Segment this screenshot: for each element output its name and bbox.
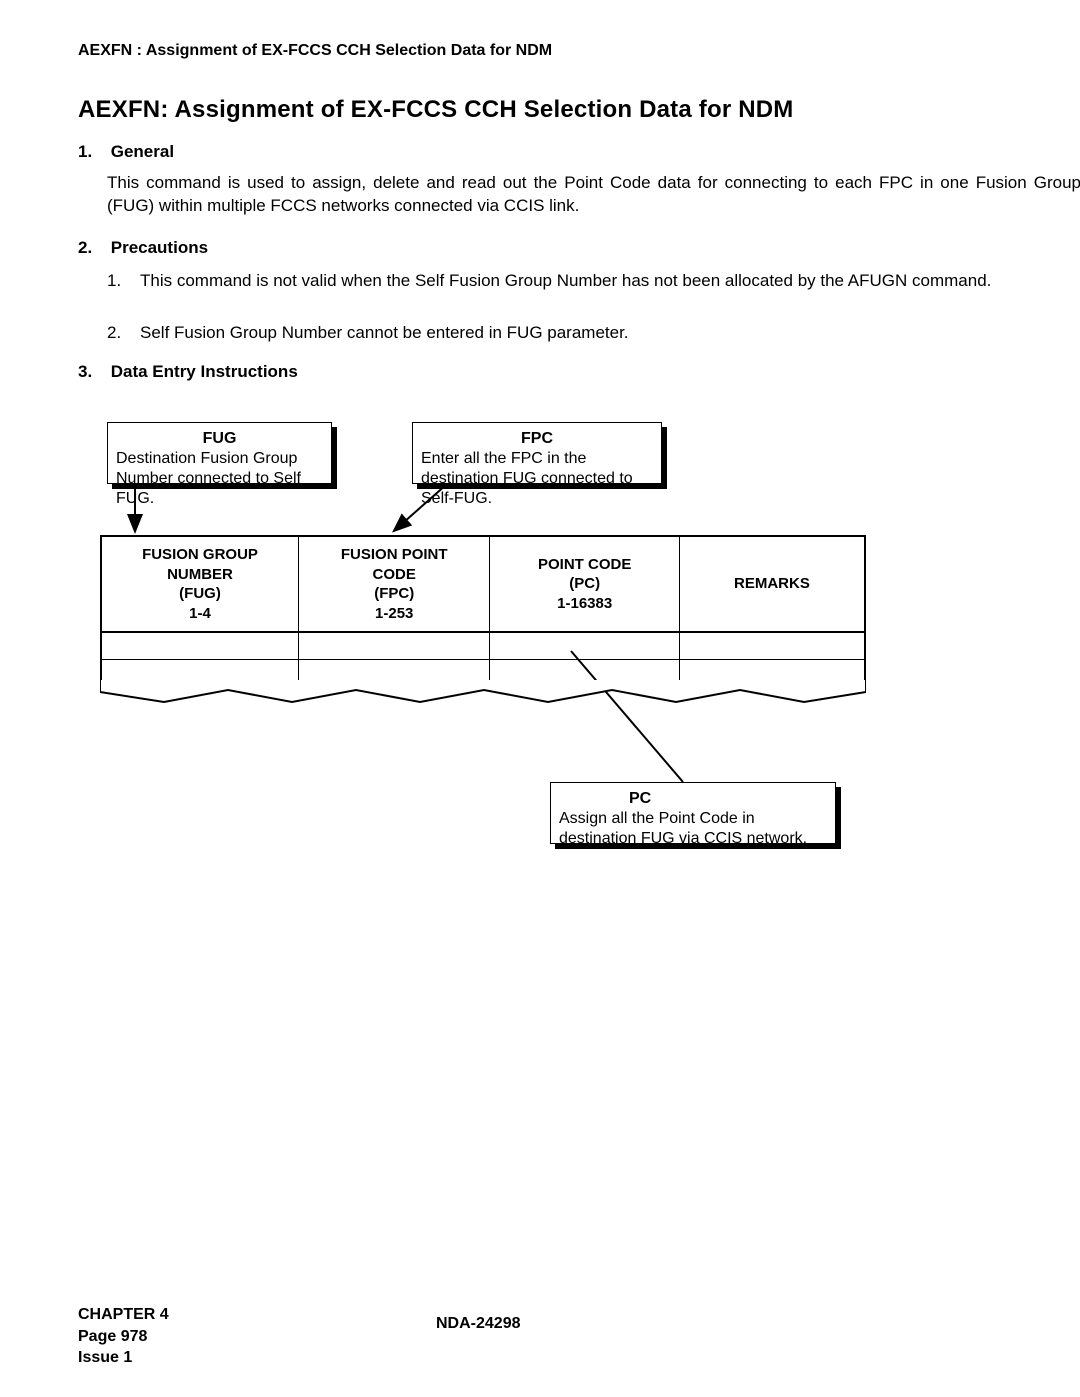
- section-heading-text: General: [111, 142, 174, 162]
- hdr-line: FUSION GROUP: [142, 546, 258, 563]
- torn-edge: [100, 680, 866, 710]
- footer-chapter: CHAPTER 4: [78, 1304, 169, 1326]
- section-num: 3.: [78, 362, 106, 382]
- page: AEXFN : Assignment of EX-FCCS CCH Select…: [0, 0, 1080, 1397]
- callout-fug: FUG Destination Fusion Group Number conn…: [107, 422, 332, 484]
- col-pc: POINT CODE (PC) 1-16383: [490, 536, 679, 632]
- precaution-text: Self Fusion Group Number cannot be enter…: [140, 322, 1080, 345]
- callout-pc: PC Assign all the Point Code in destinat…: [550, 782, 836, 844]
- precaution-num: 1.: [107, 270, 139, 293]
- hdr-line: 1-253: [375, 605, 413, 622]
- hdr-line: CODE: [373, 566, 416, 583]
- hdr-line: POINT CODE: [538, 556, 631, 573]
- page-footer-left: CHAPTER 4 Page 978 Issue 1: [78, 1304, 169, 1369]
- section-general-heading: 1. General: [78, 142, 174, 162]
- hdr-line: REMARKS: [734, 575, 810, 592]
- footer-doc-number: NDA-24298: [436, 1315, 520, 1333]
- col-fpc: FUSION POINT CODE (FPC) 1-253: [298, 536, 489, 632]
- footer-page: Page 978: [78, 1326, 169, 1348]
- callout-title: FPC: [421, 429, 653, 449]
- section-num: 2.: [78, 238, 106, 258]
- section-instructions-heading: 3. Data Entry Instructions: [78, 362, 298, 382]
- hdr-line: (FUG): [179, 585, 221, 602]
- section-num: 1.: [78, 142, 106, 162]
- section-heading-text: Precautions: [111, 238, 208, 258]
- section-general-body: This command is used to assign, delete a…: [107, 172, 1080, 218]
- hdr-line: 1-4: [189, 605, 211, 622]
- hdr-line: (FPC): [374, 585, 414, 602]
- callout-desc: Assign all the Point Code in destination…: [559, 810, 807, 847]
- col-fug: FUSION GROUP NUMBER (FUG) 1-4: [101, 536, 298, 632]
- col-remarks: REMARKS: [679, 536, 865, 632]
- callout-desc: Destination Fusion Group Number connecte…: [116, 450, 301, 507]
- table-row: [101, 632, 865, 660]
- precaution-num: 2.: [107, 322, 139, 345]
- precaution-text: This command is not valid when the Self …: [140, 270, 1080, 293]
- footer-issue: Issue 1: [78, 1347, 169, 1369]
- hdr-line: 1-16383: [557, 595, 612, 612]
- callout-fpc: FPC Enter all the FPC in the destination…: [412, 422, 662, 484]
- hdr-line: FUSION POINT: [341, 546, 448, 563]
- callout-title: FUG: [116, 429, 323, 449]
- callout-desc: Enter all the FPC in the destination FUG…: [421, 450, 633, 507]
- section-heading-text: Data Entry Instructions: [111, 362, 298, 382]
- data-entry-table: FUSION GROUP NUMBER (FUG) 1-4 FUSION POI…: [100, 535, 866, 688]
- callout-title: PC: [559, 789, 827, 809]
- page-title: AEXFN: Assignment of EX-FCCS CCH Selecti…: [78, 96, 794, 124]
- section-precautions-heading: 2. Precautions: [78, 238, 208, 258]
- running-head: AEXFN : Assignment of EX-FCCS CCH Select…: [78, 42, 552, 60]
- table-header-row: FUSION GROUP NUMBER (FUG) 1-4 FUSION POI…: [101, 536, 865, 632]
- hdr-line: NUMBER: [167, 566, 233, 583]
- hdr-line: (PC): [569, 575, 600, 592]
